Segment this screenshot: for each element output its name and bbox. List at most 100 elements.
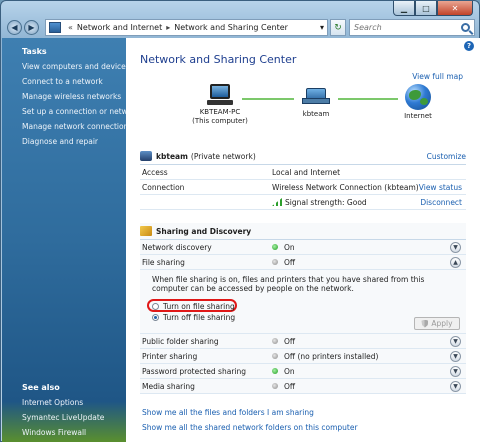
see-also-heading: See also <box>22 383 60 392</box>
row-value: On <box>272 243 466 252</box>
status-text: On <box>284 242 295 252</box>
page-title: Network and Sharing Center <box>140 53 297 66</box>
network-icon <box>302 84 330 108</box>
option-label: Turn on file sharing <box>163 302 235 311</box>
sharing-section: Sharing and Discovery Network discovery … <box>140 223 466 394</box>
file-sharing-row: File sharing Off ▲ <box>140 255 466 270</box>
disconnect-link[interactable]: Disconnect <box>420 198 466 207</box>
printer-sharing-row: Printer sharing Off (no printers install… <box>140 349 466 364</box>
search-icon[interactable] <box>461 23 470 32</box>
network-discovery-row: Network discovery On ▼ <box>140 240 466 255</box>
task-connect-to-a-network[interactable]: Connect to a network <box>22 77 126 86</box>
task-diagnose-and-repair[interactable]: Diagnose and repair <box>22 137 126 146</box>
expand-chevron-icon[interactable]: ▼ <box>450 351 461 362</box>
status-text: Off (no printers installed) <box>284 351 379 361</box>
media-sharing-row: Media sharing Off ▼ <box>140 379 466 394</box>
collapse-chevron-icon[interactable]: ▲ <box>450 257 461 268</box>
radio-button-selected[interactable] <box>152 314 159 321</box>
status-text: Off <box>284 381 296 391</box>
see-also-section: See also Internet Options Symantec LiveU… <box>2 374 126 437</box>
radio-button[interactable] <box>152 303 159 310</box>
sharing-heading: Sharing and Discovery <box>156 226 252 236</box>
network-map: KBTEAM-PC (This computer) kbteam Interne… <box>126 84 480 144</box>
status-off-icon <box>272 353 278 359</box>
task-manage-wireless-networks[interactable]: Manage wireless networks <box>22 92 126 101</box>
left-task-pane: Tasks View computers and devices Connect… <box>2 38 140 442</box>
breadcrumb-separator-icon[interactable]: ▸ <box>166 23 170 32</box>
row-value: Off (no printers installed) <box>272 352 466 361</box>
file-sharing-options: When file sharing is on, files and print… <box>140 270 466 334</box>
see-also-internet-options[interactable]: Internet Options <box>22 398 126 407</box>
signal-row: Signal strength: Good Disconnect <box>140 195 466 210</box>
row-value: Signal strength: Good <box>272 198 420 207</box>
apply-button[interactable]: Apply <box>414 317 460 330</box>
breadcrumb-network-and-internet[interactable]: Network and Internet <box>77 23 162 32</box>
status-text: Off <box>284 257 296 267</box>
breadcrumb-overflow-icon[interactable]: « <box>68 23 73 32</box>
close-button[interactable]: ✕ <box>437 1 473 16</box>
caption-buttons: ▁ □ ✕ <box>393 1 473 16</box>
bottom-links: Show me all the files and folders I am s… <box>142 408 358 438</box>
expand-chevron-icon[interactable]: ▼ <box>450 381 461 392</box>
status-on-icon <box>272 244 278 250</box>
explorer-window: ▁ □ ✕ ◀ ▶ « Network and Internet ▸ Netwo… <box>0 0 480 442</box>
expand-chevron-icon[interactable]: ▼ <box>450 366 461 377</box>
row-key: Connection <box>142 182 185 192</box>
option-label: Turn off file sharing <box>163 313 236 322</box>
connection-line <box>338 98 398 100</box>
node-internet[interactable]: Internet <box>398 84 438 121</box>
access-row: Access Local and Internet <box>140 165 466 180</box>
main-content: ? Network and Sharing Center View full m… <box>126 38 480 442</box>
forward-arrow-icon[interactable]: ▶ <box>24 20 39 35</box>
search-input[interactable] <box>354 23 454 32</box>
search-box[interactable] <box>349 19 475 36</box>
nav-buttons: ◀ ▶ <box>7 18 41 37</box>
back-arrow-icon[interactable]: ◀ <box>7 20 22 35</box>
maximize-button[interactable]: □ <box>415 1 437 16</box>
title-bar: ▁ □ ✕ ◀ ▶ « Network and Internet ▸ Netwo… <box>1 1 479 38</box>
public-folder-sharing-row: Public folder sharing Off ▼ <box>140 334 466 349</box>
shield-icon <box>421 319 429 328</box>
row-value: Wireless Network Connection (kbteam) <box>272 182 419 192</box>
node-computer-name: KBTEAM-PC <box>199 108 241 116</box>
address-dropdown-icon[interactable]: ▾ <box>320 23 324 32</box>
turn-on-file-sharing-option[interactable]: Turn on file sharing <box>152 302 235 311</box>
sharing-icon <box>140 226 152 236</box>
show-shared-files-link[interactable]: Show me all the files and folders I am s… <box>142 408 358 417</box>
node-computer-sub: (This computer) <box>192 117 248 125</box>
node-internet-name: Internet <box>404 112 432 120</box>
task-manage-network-connections[interactable]: Manage network connections <box>22 122 132 131</box>
row-key: Access <box>142 167 168 177</box>
connection-line <box>242 98 294 100</box>
status-off-icon <box>272 259 278 265</box>
network-type: (Private network) <box>190 151 256 161</box>
status-on-icon <box>272 368 278 374</box>
refresh-icon[interactable]: ↻ <box>330 19 346 36</box>
signal-strength-icon <box>272 198 282 206</box>
expand-chevron-icon[interactable]: ▼ <box>450 242 461 253</box>
task-set-up-connection[interactable]: Set up a connection or network <box>22 107 140 116</box>
expand-chevron-icon[interactable]: ▼ <box>450 336 461 347</box>
network-bench-icon <box>140 151 152 161</box>
minimize-button[interactable]: ▁ <box>393 1 415 16</box>
node-network[interactable]: kbteam <box>294 84 338 119</box>
row-value: On <box>272 367 466 376</box>
show-shared-folders-link[interactable]: Show me all the shared network folders o… <box>142 423 358 432</box>
task-view-computers-and-devices[interactable]: View computers and devices <box>22 62 130 71</box>
view-status-link[interactable]: View status <box>419 183 466 192</box>
connection-row: Connection Wireless Network Connection (… <box>140 180 466 195</box>
turn-off-file-sharing-option[interactable]: Turn off file sharing <box>152 313 235 322</box>
customize-link[interactable]: Customize <box>427 152 466 161</box>
help-icon[interactable]: ? <box>464 41 474 51</box>
address-bar[interactable]: « Network and Internet ▸ Network and Sha… <box>45 19 328 36</box>
file-sharing-description: When file sharing is on, files and print… <box>152 275 425 293</box>
breadcrumb-network-and-sharing-center[interactable]: Network and Sharing Center <box>174 23 288 32</box>
see-also-windows-firewall[interactable]: Windows Firewall <box>22 428 126 437</box>
node-network-name: kbteam <box>302 110 330 118</box>
see-also-symantec-liveupdate[interactable]: Symantec LiveUpdate <box>22 413 126 422</box>
sharing-header: Sharing and Discovery <box>140 223 466 240</box>
view-full-map-link[interactable]: View full map <box>412 72 463 81</box>
row-value: Off <box>272 337 466 346</box>
status-off-icon <box>272 383 278 389</box>
node-this-computer[interactable]: KBTEAM-PC (This computer) <box>190 84 250 126</box>
